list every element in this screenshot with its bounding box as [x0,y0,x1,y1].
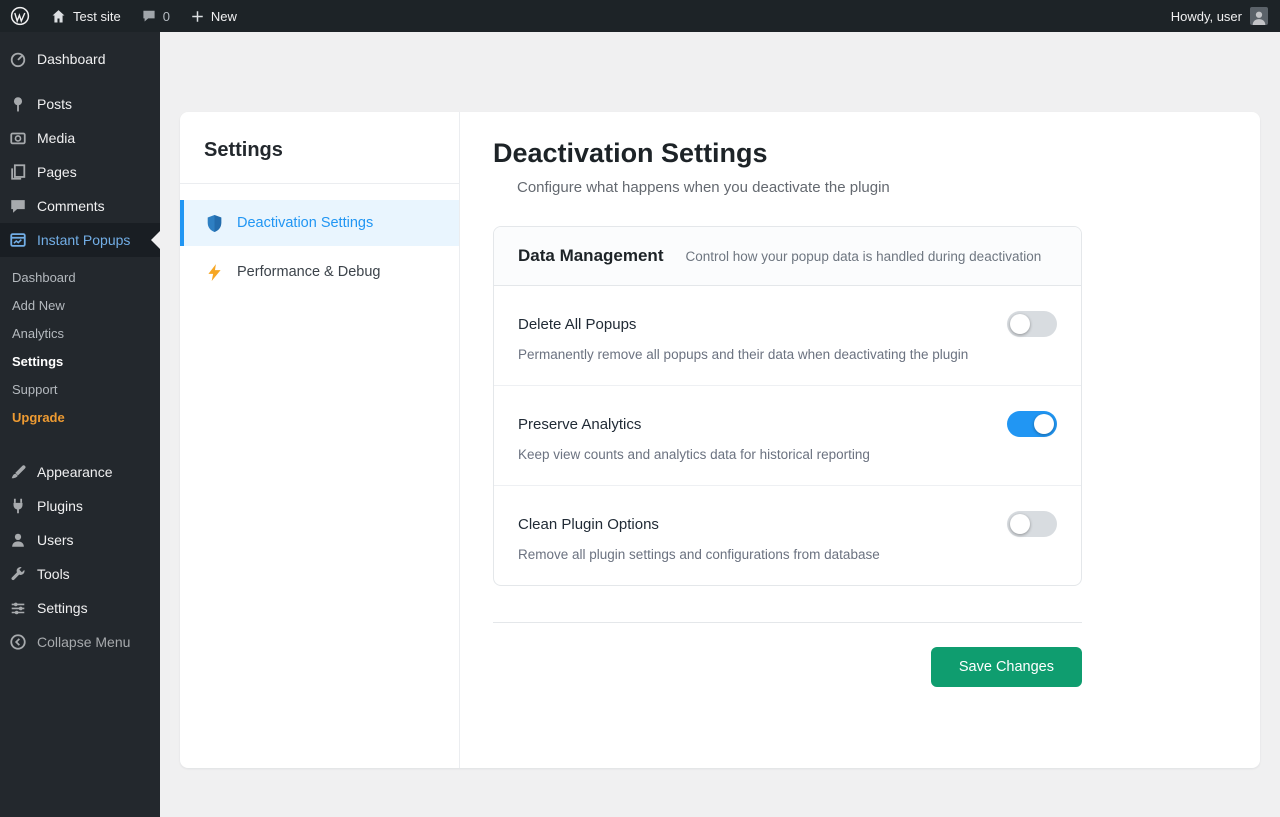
setting-description: Keep view counts and analytics data for … [518,447,1057,462]
pages-icon [8,162,28,182]
settings-panel-title: Settings [204,139,435,162]
home-icon [50,8,67,25]
new-content-button[interactable]: New [190,9,237,24]
nav-item-label: Performance & Debug [237,264,380,280]
main-content: Settings Deactivation Settings Performan… [160,32,1280,817]
sidebar-item-media[interactable]: Media [0,121,160,155]
subitem-dashboard[interactable]: Dashboard [0,264,160,292]
plugins-icon [8,496,28,516]
nav-item-performance-debug[interactable]: Performance & Debug [180,249,459,295]
setting-description: Permanently remove all popups and their … [518,347,1057,362]
section-description: Control how your popup data is handled d… [685,249,1041,264]
lightning-icon [204,264,224,281]
admin-sidebar: Dashboard Posts Media Pages Comments Ins… [0,32,160,817]
new-label: New [211,9,237,24]
settings-content-panel: Deactivation Settings Configure what hap… [460,112,1260,768]
sidebar-item-plugins[interactable]: Plugins [0,489,160,523]
user-avatar[interactable] [1250,7,1268,25]
toggle-clean-plugin-options[interactable] [1007,511,1057,537]
tools-icon [8,564,28,584]
setting-row-delete-all-popups: Delete All Popups Permanently remove all… [494,286,1081,385]
setting-label: Clean Plugin Options [518,516,659,533]
section-header: Data Management Control how your popup d… [494,227,1081,286]
setting-row-preserve-analytics: Preserve Analytics Keep view counts and … [494,385,1081,485]
comments-admin-bar-item[interactable]: 0 [141,8,170,24]
sidebar-item-instant-popups[interactable]: Instant Popups [0,223,160,257]
menu-separator [0,76,160,87]
setting-row-clean-plugin-options: Clean Plugin Options Remove all plugin s… [494,485,1081,585]
users-icon [8,530,28,550]
sidebar-item-dashboard[interactable]: Dashboard [0,42,160,76]
settings-card: Settings Deactivation Settings Performan… [180,112,1260,768]
instant-popups-icon [8,230,28,250]
comments-count: 0 [163,9,170,24]
admin-bar-right: Howdy, user [1171,7,1268,25]
sidebar-item-tools[interactable]: Tools [0,557,160,591]
howdy-label: Howdy, user [1171,9,1242,24]
howdy-user-menu[interactable]: Howdy, user [1171,9,1242,24]
collapse-menu-button[interactable]: Collapse Menu [0,625,160,659]
nav-item-deactivation-settings[interactable]: Deactivation Settings [180,200,459,246]
page-subtitle: Configure what happens when you deactiva… [517,179,1082,196]
sidebar-item-pages[interactable]: Pages [0,155,160,189]
site-name-label: Test site [73,9,121,24]
collapse-icon [8,632,28,652]
subitem-analytics[interactable]: Analytics [0,320,160,348]
setting-label: Preserve Analytics [518,416,641,433]
admin-bar: Test site 0 New Howdy, user [0,0,1280,32]
sidebar-item-users[interactable]: Users [0,523,160,557]
setting-label: Delete All Popups [518,316,636,333]
posts-icon [8,94,28,114]
admin-bar-left: Test site 0 New [10,6,237,26]
actions-bar: Save Changes [493,647,1082,687]
subitem-support[interactable]: Support [0,376,160,404]
settings-nav: Deactivation Settings Performance & Debu… [180,184,459,295]
site-name-link[interactable]: Test site [50,8,121,25]
save-changes-button[interactable]: Save Changes [931,647,1082,687]
page-title: Deactivation Settings [493,138,1082,169]
toggle-preserve-analytics[interactable] [1007,411,1057,437]
sidebar-item-comments[interactable]: Comments [0,189,160,223]
settings-nav-panel: Settings Deactivation Settings Performan… [180,112,460,768]
section-title: Data Management [518,246,663,266]
footer-divider [493,622,1082,623]
comment-bubble-icon [141,8,157,24]
comments-icon [8,196,28,216]
sidebar-item-appearance[interactable]: Appearance [0,455,160,489]
nav-item-label: Deactivation Settings [237,215,373,231]
settings-panel-header: Settings [180,112,459,184]
instant-popups-submenu: Dashboard Add New Analytics Settings Sup… [0,257,160,444]
settings-icon [8,598,28,618]
menu-separator [0,444,160,455]
subitem-add-new[interactable]: Add New [0,292,160,320]
sidebar-item-settings[interactable]: Settings [0,591,160,625]
toggle-delete-all-popups[interactable] [1007,311,1057,337]
setting-description: Remove all plugin settings and configura… [518,547,1057,562]
subitem-settings[interactable]: Settings [0,348,160,376]
sidebar-item-posts[interactable]: Posts [0,87,160,121]
media-icon [8,128,28,148]
data-management-section: Data Management Control how your popup d… [493,226,1082,586]
plus-icon [190,9,205,24]
appearance-icon [8,462,28,482]
subitem-upgrade[interactable]: Upgrade [0,404,160,432]
shield-icon [204,214,224,233]
wordpress-logo-icon[interactable] [10,6,30,26]
dashboard-icon [8,49,28,69]
